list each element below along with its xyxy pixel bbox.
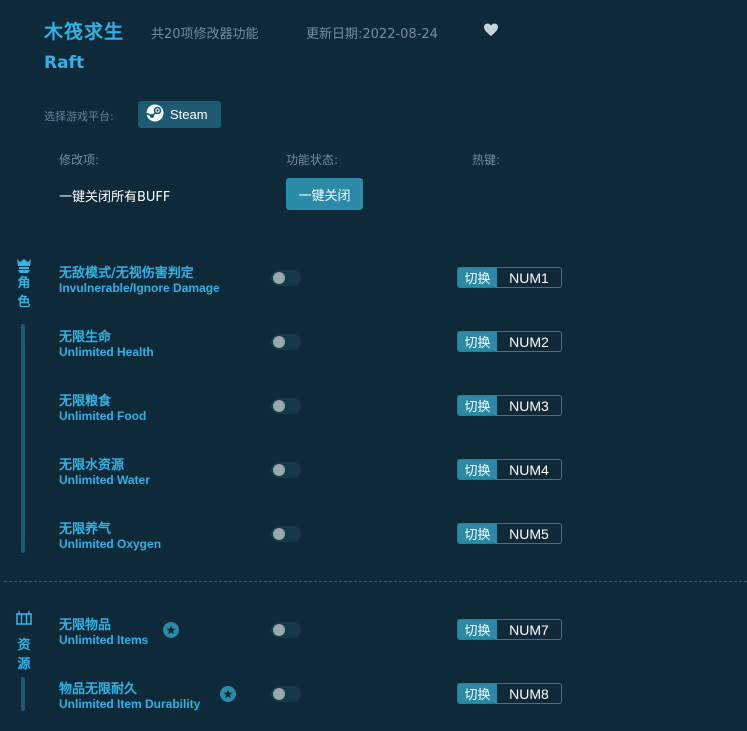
hotkey-key: NUM7 bbox=[509, 621, 549, 638]
row-title-en: Unlimited Items bbox=[59, 633, 149, 647]
row-title-en: Unlimited Food bbox=[59, 409, 147, 423]
section-divider bbox=[4, 581, 747, 582]
category-char: 色 bbox=[17, 295, 31, 310]
hotkey-box[interactable]: 切换 NUM5 bbox=[457, 523, 562, 544]
toggle-switch[interactable] bbox=[271, 526, 301, 542]
hotkey-box[interactable]: 切换 NUM7 bbox=[457, 619, 562, 640]
toggle-switch[interactable] bbox=[271, 622, 301, 638]
update-date: 更新日期:2022-08-24 bbox=[306, 27, 438, 42]
category-bar bbox=[21, 324, 25, 553]
row-title-cn: 无限养气 bbox=[59, 522, 112, 537]
row-title-cn: 无限生命 bbox=[59, 330, 112, 345]
category-bar bbox=[21, 677, 25, 711]
heart-icon[interactable] bbox=[483, 22, 499, 38]
hotkey-key: NUM4 bbox=[509, 461, 549, 478]
star-icon bbox=[163, 622, 179, 638]
hotkey-switch-label: 切换 bbox=[458, 268, 497, 287]
hotkey-box[interactable]: 切换 NUM3 bbox=[457, 395, 562, 416]
row-title-cn: 无限物品 bbox=[59, 618, 112, 633]
toggle-switch[interactable] bbox=[271, 398, 301, 414]
hotkey-box[interactable]: 切换 NUM2 bbox=[457, 331, 562, 352]
feature-count: 共20项修改器功能 bbox=[151, 27, 259, 42]
row-title-en: Unlimited Item Durability bbox=[59, 697, 201, 711]
column-header-hotkey: 热键: bbox=[472, 153, 501, 167]
game-title-cn: 木筏求生 bbox=[44, 21, 125, 43]
hotkey-box[interactable]: 切换 NUM4 bbox=[457, 459, 562, 480]
character-icon bbox=[15, 258, 33, 274]
steam-label: Steam bbox=[170, 107, 208, 122]
row-title-cn: 无限粮食 bbox=[59, 394, 112, 409]
row-title-cn: 无敌模式/无视伤害判定 bbox=[59, 266, 194, 281]
platform-label: 选择游戏平台: bbox=[44, 110, 114, 123]
steam-icon bbox=[146, 104, 164, 125]
toggle-switch[interactable] bbox=[271, 270, 301, 286]
close-all-buff-label: 一键关闭所有BUFF bbox=[59, 190, 171, 205]
hotkey-switch-label: 切换 bbox=[458, 396, 497, 415]
hotkey-key: NUM2 bbox=[509, 333, 549, 350]
star-icon bbox=[220, 686, 236, 702]
hotkey-switch-label: 切换 bbox=[458, 524, 497, 543]
column-header-state: 功能状态: bbox=[286, 153, 339, 167]
row-title-cn: 无限水资源 bbox=[59, 458, 125, 473]
column-header-mod: 修改项: bbox=[59, 153, 100, 167]
row-title-en: Unlimited Water bbox=[59, 473, 150, 487]
hotkey-key: NUM3 bbox=[509, 397, 549, 414]
hotkey-switch-label: 切换 bbox=[458, 460, 497, 479]
toggle-switch[interactable] bbox=[271, 462, 301, 478]
hotkey-key: NUM1 bbox=[509, 269, 549, 286]
category-resource[interactable]: 资 源 bbox=[14, 610, 34, 674]
hotkey-switch-label: 切换 bbox=[458, 684, 497, 703]
row-title-cn: 物品无限耐久 bbox=[59, 682, 138, 697]
toggle-switch[interactable] bbox=[271, 686, 301, 702]
toggle-switch[interactable] bbox=[271, 334, 301, 350]
category-character[interactable]: 角 色 bbox=[14, 258, 34, 312]
row-title-en: Unlimited Oxygen bbox=[59, 537, 162, 551]
category-char: 资 bbox=[17, 638, 31, 653]
hotkey-box[interactable]: 切换 NUM8 bbox=[457, 683, 562, 704]
hotkey-switch-label: 切换 bbox=[458, 332, 497, 351]
category-char: 角 bbox=[17, 276, 31, 291]
row-title-en: Invulnerable/Ignore Damage bbox=[59, 281, 220, 295]
hotkey-switch-label: 切换 bbox=[458, 620, 497, 639]
close-all-button[interactable]: 一键关闭 bbox=[286, 178, 363, 210]
steam-platform-button[interactable]: Steam bbox=[138, 101, 221, 128]
game-title-en: Raft bbox=[44, 53, 85, 73]
hotkey-box[interactable]: 切换 NUM1 bbox=[457, 267, 562, 288]
hotkey-key: NUM5 bbox=[509, 525, 549, 542]
row-title-en: Unlimited Health bbox=[59, 345, 154, 359]
resource-icon bbox=[15, 610, 33, 626]
category-char: 源 bbox=[17, 657, 31, 672]
hotkey-key: NUM8 bbox=[509, 685, 549, 702]
